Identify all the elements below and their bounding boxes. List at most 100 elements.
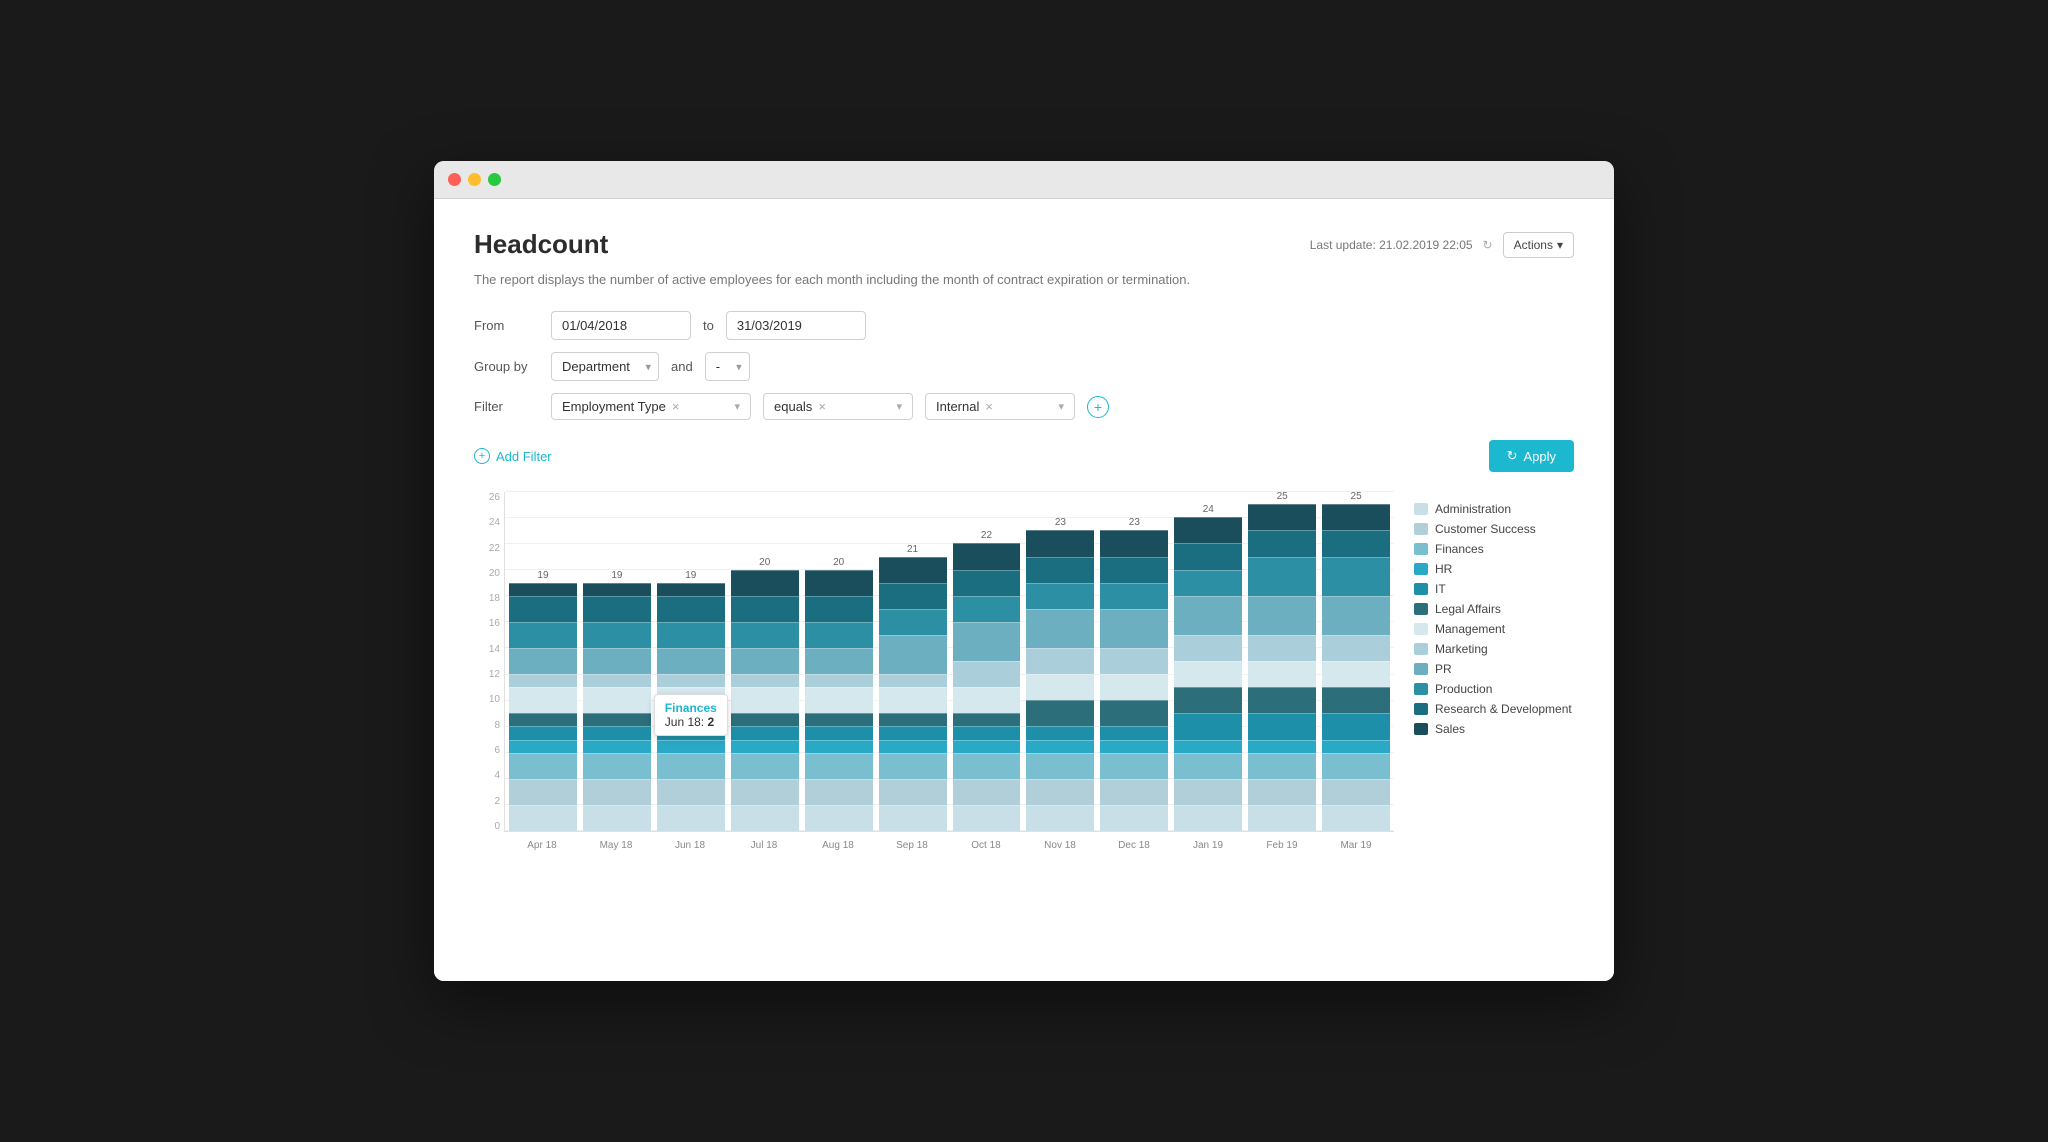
bar-segment — [657, 596, 725, 622]
actions-button[interactable]: Actions ▾ — [1503, 232, 1574, 258]
main-window: Headcount Last update: 21.02.2019 22:05 … — [434, 161, 1614, 981]
filter-field-value: Employment Type — [562, 399, 666, 414]
filter-value-chevron-icon[interactable]: ▾ — [1058, 400, 1064, 413]
bar-group[interactable]: 19FinancesJun 18: 2 — [657, 570, 725, 831]
filter-op-clear-icon[interactable]: × — [818, 399, 826, 414]
bar-segment — [879, 713, 947, 726]
legend-color-swatch — [1414, 723, 1428, 735]
bar-segment — [509, 740, 577, 753]
legend-label: Administration — [1435, 502, 1511, 516]
to-date-input[interactable] — [726, 311, 866, 340]
bar-segment — [1174, 661, 1242, 687]
bar-segment — [1174, 740, 1242, 753]
bar-segment — [1026, 805, 1094, 831]
bar-segment — [1322, 635, 1390, 661]
bar-segment — [583, 726, 651, 739]
legend-label: Finances — [1435, 542, 1484, 556]
legend-color-swatch — [1414, 623, 1428, 635]
bar-segment — [583, 687, 651, 713]
legend-label: IT — [1435, 582, 1446, 596]
bar-group[interactable]: 20 — [805, 557, 873, 831]
bar-group[interactable]: 21 — [879, 544, 947, 831]
bar-x-label: Jun 18 — [656, 840, 724, 851]
page-content: Headcount Last update: 21.02.2019 22:05 … — [434, 199, 1614, 981]
secondary-group-select[interactable]: - — [705, 352, 750, 381]
bar-segment — [657, 726, 725, 739]
bar-group[interactable]: 19 — [583, 570, 651, 831]
group-by-select[interactable]: Department — [551, 352, 659, 381]
add-filter-link[interactable]: + Add Filter — [474, 448, 552, 464]
filter-value-selector[interactable]: Internal × ▾ — [925, 393, 1075, 420]
bar-segment — [1248, 805, 1316, 831]
legend-color-swatch — [1414, 603, 1428, 615]
bar-segment — [1174, 713, 1242, 739]
bar-segment — [1174, 805, 1242, 831]
chart-main: 02468101214161820222426 191919FinancesJu… — [474, 492, 1394, 856]
bar-x-label: Aug 18 — [804, 840, 872, 851]
bar-group[interactable]: 20 — [731, 557, 799, 831]
bar-segment — [509, 596, 577, 622]
bar-segment — [1174, 687, 1242, 713]
bar-total-label: 21 — [907, 544, 918, 555]
legend-item: PR — [1414, 662, 1574, 676]
bar-segment — [583, 740, 651, 753]
bar-segment — [509, 622, 577, 648]
bar-segment — [731, 687, 799, 713]
bar-total-label: 25 — [1277, 491, 1288, 502]
bar-group[interactable]: 25 — [1248, 491, 1316, 831]
refresh-icon[interactable]: ↻ — [1483, 238, 1493, 252]
bar-group[interactable]: 23 — [1026, 517, 1094, 831]
bar-segment — [1026, 700, 1094, 726]
bar-group[interactable]: 24 — [1174, 504, 1242, 831]
bar-segment — [879, 740, 947, 753]
filter-row: Filter Employment Type × ▾ equals × ▾ In… — [474, 393, 1574, 420]
bar-segment — [583, 753, 651, 779]
legend-color-swatch — [1414, 683, 1428, 695]
filter-value-clear-icon[interactable]: × — [985, 399, 993, 414]
bar-segment — [1100, 700, 1168, 726]
close-button[interactable] — [448, 173, 461, 186]
bar-segment — [1100, 805, 1168, 831]
bar-segment — [583, 805, 651, 831]
bar-segment — [583, 648, 651, 674]
bar-segment — [879, 805, 947, 831]
maximize-button[interactable] — [488, 173, 501, 186]
filter-op-selector[interactable]: equals × ▾ — [763, 393, 913, 420]
bar-segment — [1100, 648, 1168, 674]
legend-label: Legal Affairs — [1435, 602, 1501, 616]
secondary-group-select-wrapper: - — [705, 352, 750, 381]
bar-segment — [953, 726, 1021, 739]
bar-segment — [583, 779, 651, 805]
filter-op-chevron-icon[interactable]: ▾ — [896, 400, 902, 413]
bar-segment — [657, 805, 725, 831]
bar-segment — [509, 713, 577, 726]
legend-item: HR — [1414, 562, 1574, 576]
filter-field-chevron-icon[interactable]: ▾ — [734, 400, 740, 413]
bar-segment — [583, 583, 651, 596]
bar-segment — [731, 674, 799, 687]
minimize-button[interactable] — [468, 173, 481, 186]
bar-group[interactable]: 23 — [1100, 517, 1168, 831]
bar-segment — [1174, 570, 1242, 596]
bar-segment — [1248, 753, 1316, 779]
bar-segment — [879, 609, 947, 635]
apply-button[interactable]: ↻ Apply — [1489, 440, 1574, 472]
filter-field-selector[interactable]: Employment Type × ▾ — [551, 393, 751, 420]
bar-group[interactable]: 25 — [1322, 491, 1390, 831]
bar-segment — [509, 583, 577, 596]
legend-label: PR — [1435, 662, 1452, 676]
bar-group[interactable]: 19 — [509, 570, 577, 831]
from-date-input[interactable] — [551, 311, 691, 340]
add-filter-circle-icon: + — [474, 448, 490, 464]
bar-group[interactable]: 22 — [953, 530, 1021, 831]
filter-field-clear-icon[interactable]: × — [672, 399, 680, 414]
bar-segment — [657, 687, 725, 713]
add-filter-plus-icon[interactable]: + — [1087, 396, 1109, 418]
legend-item: Sales — [1414, 722, 1574, 736]
group-by-select-wrapper: Department — [551, 352, 659, 381]
page-title: Headcount — [474, 229, 608, 260]
group-by-row: Group by Department and - — [474, 352, 1574, 381]
bar-segment — [1322, 805, 1390, 831]
bar-segment — [583, 713, 651, 726]
bar-segment — [657, 622, 725, 648]
